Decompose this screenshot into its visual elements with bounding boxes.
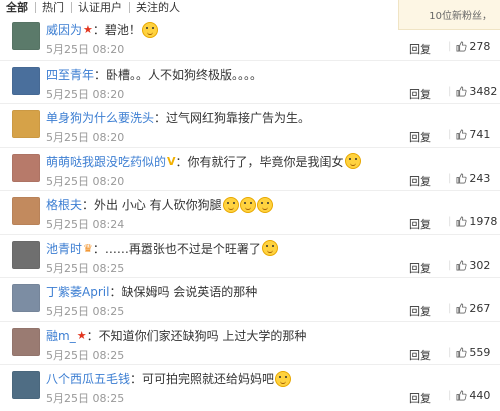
- avatar[interactable]: [12, 240, 40, 269]
- reply-button[interactable]: 回复: [409, 216, 431, 232]
- comment-row: 单身狗为什么要洗头 ：过气网红狗靠接广告为生。 5月25日 08:20 回复 |…: [0, 103, 500, 147]
- like-count: 741: [469, 128, 491, 141]
- comment-text: ：卧槽。。人不如狗终极版。。。。: [94, 67, 263, 82]
- crown-badge-icon: ♛: [83, 241, 93, 255]
- like-button[interactable]: | 3482: [448, 85, 497, 98]
- comment-row: 威因为 ★ ：碧池！ 5月25日 08:20 回复 | 278: [0, 16, 500, 60]
- thumbs-up-icon: [456, 86, 467, 96]
- comment-text: ：碧池！: [92, 23, 141, 37]
- like-count: 243: [469, 171, 491, 185]
- comment-text: ：可可拍完照就还给妈妈吧: [130, 372, 275, 386]
- reply-button[interactable]: 回复: [409, 129, 431, 145]
- like-button[interactable]: | 1978: [448, 215, 497, 228]
- avatar[interactable]: [12, 327, 40, 356]
- like-button[interactable]: | 267: [448, 302, 490, 315]
- reply-button[interactable]: 回复: [409, 347, 431, 363]
- tab-all[interactable]: 全部: [0, 0, 36, 15]
- comment-username[interactable]: 单身狗为什么要洗头: [46, 109, 154, 126]
- thumbs-up-icon: [456, 129, 467, 140]
- reply-button[interactable]: 回复: [409, 390, 431, 406]
- thumbs-up-icon: [456, 303, 467, 314]
- comment-username[interactable]: 八个西瓜五毛钱: [46, 370, 130, 387]
- comment-text: ：外出 小心 有人砍你狗腿: [82, 198, 222, 212]
- like-count: 559: [469, 345, 491, 359]
- avatar[interactable]: [12, 110, 40, 138]
- member-badge-icon: ★: [76, 328, 87, 342]
- thumbs-up-icon: [456, 173, 467, 183]
- like-count: 1978: [469, 215, 498, 228]
- comment-username[interactable]: 四至青年: [46, 66, 94, 83]
- like-button[interactable]: | 302: [448, 259, 490, 272]
- thumbs-up-icon: [456, 260, 467, 270]
- comment-username[interactable]: 融m_: [46, 327, 76, 344]
- cat-emoji-icon: [344, 153, 361, 169]
- comment-text: ：过气网红狗靠接广告为生。: [154, 111, 311, 125]
- comment-row: 池青时 ♛ ：……再嚣张也不过是个旺署了 5月25日 08:25 回复 | 302: [0, 233, 500, 278]
- comment-username[interactable]: 威因为: [46, 21, 82, 38]
- comment-time: 5月25日 08:25: [46, 348, 125, 362]
- comment-time: 5月25日 08:25: [46, 392, 125, 405]
- tab-verified-users[interactable]: 认证用户: [71, 0, 130, 15]
- comment-username[interactable]: 格根夫: [46, 196, 82, 213]
- reply-button[interactable]: 回复: [409, 173, 431, 189]
- comment-row: 融m_ ★ ：不知道你们家还缺狗吗 上过大学的那种 5月25日 08:25 回复…: [0, 320, 500, 365]
- thumbs-up-icon: [456, 216, 467, 227]
- thumbs-up-icon: [456, 41, 467, 52]
- reply-button[interactable]: 回复: [409, 260, 431, 276]
- comment-time: 5月25日 08:20: [46, 131, 125, 144]
- smile-emoji-icon: [141, 21, 158, 38]
- avatar[interactable]: [12, 153, 40, 182]
- comment-row: 萌萌哒我跟没吃药似的 V ：你有就行了，毕竟你是我闺女 5月25日 08:20 …: [0, 146, 500, 191]
- avatar[interactable]: [12, 371, 40, 399]
- smile-emoji-icon: [275, 370, 292, 387]
- comment-text: ：你有就行了，毕竟你是我闺女: [175, 154, 344, 169]
- comment-time: 5月25日 08:25: [46, 261, 125, 275]
- reply-button[interactable]: 回复: [409, 303, 431, 319]
- comment-username[interactable]: 萌萌哒我跟没吃药似的: [46, 153, 166, 170]
- thumbs-up-icon: [456, 390, 467, 401]
- tab-hot[interactable]: 热门: [35, 0, 72, 15]
- like-count: 267: [469, 302, 491, 315]
- comment-time: 5月25日 08:25: [46, 305, 125, 318]
- thumbs-up-icon: [456, 347, 467, 357]
- comment-row: 四至青年 ：卧槽。。人不如狗终极版。。。。 5月25日 08:20 回复 | 34…: [0, 59, 500, 104]
- tab-following[interactable]: 关注的人: [129, 0, 188, 15]
- cat-emoji-icon: [261, 240, 278, 256]
- comment-time: 5月25日 08:24: [46, 218, 125, 231]
- like-button[interactable]: | 243: [448, 172, 490, 185]
- like-count: 440: [469, 389, 491, 402]
- like-button[interactable]: | 741: [448, 128, 490, 141]
- comment-time: 5月25日 08:20: [46, 174, 125, 188]
- comment-list: 威因为 ★ ：碧池！ 5月25日 08:20 回复 | 278 四至青年 ：卧槽。…: [0, 16, 500, 408]
- comment-row: 格根夫 ：外出 小心 有人砍你狗腿 5月25日 08:24 回复 | 1978: [0, 190, 500, 234]
- like-count: 278: [469, 40, 491, 53]
- grin-emoji-icon: [222, 196, 239, 213]
- avatar[interactable]: [12, 197, 40, 225]
- comment-time: 5月25日 08:20: [46, 87, 125, 101]
- comment-text: ：……再嚣张也不过是个旺署了: [92, 241, 261, 256]
- like-count: 302: [469, 258, 491, 272]
- grin-emoji-icon: [256, 196, 273, 213]
- comment-text: ：缺保姆吗 会说英语的那种: [109, 285, 258, 299]
- like-button[interactable]: | 559: [448, 346, 490, 359]
- comment-row: 八个西瓜五毛钱 ：可可拍完照就还给妈妈吧 5月25日 08:25 回复 | 440: [0, 364, 500, 408]
- comment-time: 5月25日 08:20: [46, 43, 125, 56]
- like-button[interactable]: | 278: [448, 40, 490, 53]
- avatar[interactable]: [12, 22, 40, 50]
- member-badge-icon: ★: [83, 23, 93, 36]
- comment-username[interactable]: 丁紫萎April: [46, 283, 109, 300]
- comment-row: 丁紫萎April ：缺保姆吗 会说英语的那种 5月25日 08:25 回复 | 2…: [0, 277, 500, 321]
- reply-button[interactable]: 回复: [409, 86, 431, 102]
- grin-emoji-icon: [239, 196, 256, 213]
- like-button[interactable]: | 440: [448, 389, 490, 402]
- verified-badge-icon: V: [167, 154, 176, 168]
- avatar[interactable]: [12, 284, 40, 312]
- reply-button[interactable]: 回复: [409, 41, 431, 57]
- avatar[interactable]: [12, 66, 40, 95]
- comment-text: ：不知道你们家还缺狗吗 上过大学的那种: [86, 328, 307, 343]
- like-count: 3482: [469, 84, 498, 98]
- comment-username[interactable]: 池青时: [46, 240, 82, 257]
